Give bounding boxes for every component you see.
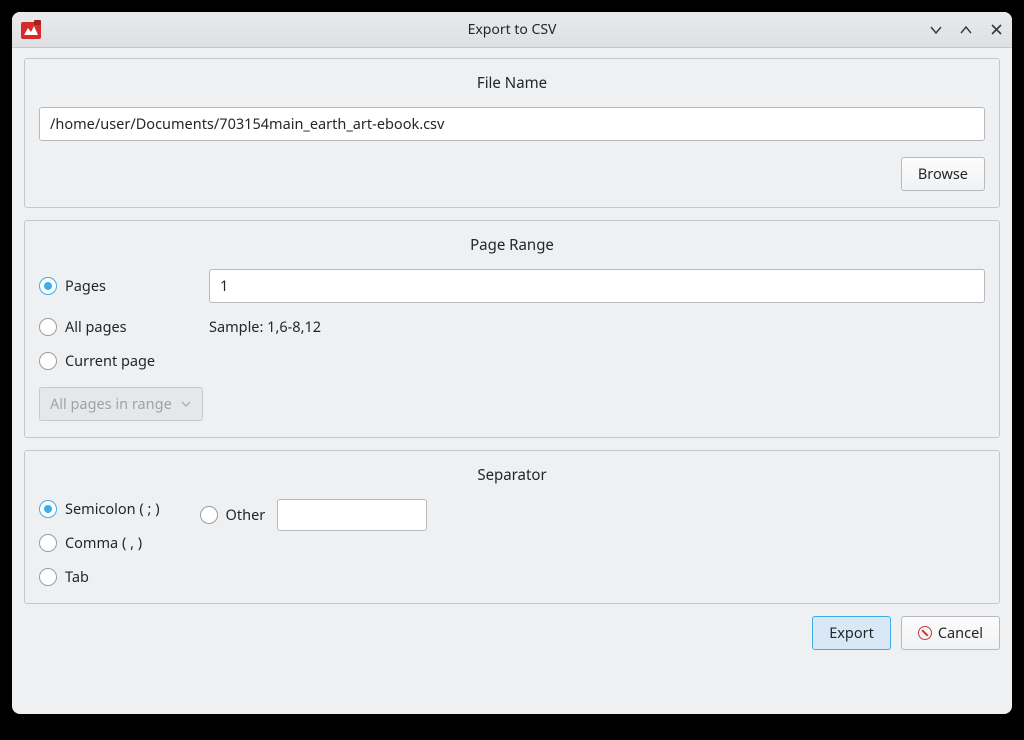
radio-all-pages-label: All pages: [65, 317, 127, 337]
range-mode-label: All pages in range: [50, 394, 172, 414]
radio-icon: [39, 500, 57, 518]
chevron-down-icon: [180, 398, 192, 410]
filename-title: File Name: [39, 73, 985, 93]
dialog-window: Export to CSV File Name Browse Page Rang…: [12, 12, 1012, 714]
titlebar: Export to CSV: [12, 12, 1012, 48]
radio-comma[interactable]: Comma ( , ): [39, 533, 160, 553]
cancel-label: Cancel: [938, 623, 983, 643]
other-separator-input[interactable]: [277, 499, 427, 531]
radio-other[interactable]: Other: [200, 505, 266, 525]
range-mode-select: All pages in range: [39, 387, 203, 421]
close-icon[interactable]: [988, 22, 1004, 38]
radio-semicolon[interactable]: Semicolon ( ; ): [39, 499, 160, 519]
dialog-content: File Name Browse Page Range Pages All pa…: [12, 48, 1012, 714]
minimize-icon[interactable]: [928, 22, 944, 38]
filename-input[interactable]: [39, 107, 985, 141]
window-controls: [928, 22, 1004, 38]
radio-icon: [39, 277, 57, 295]
radio-all-pages[interactable]: All pages: [39, 317, 209, 337]
export-button[interactable]: Export: [812, 616, 891, 650]
pages-input[interactable]: [209, 269, 985, 303]
radio-icon: [39, 352, 57, 370]
radio-pages[interactable]: Pages: [39, 276, 209, 296]
radio-tab[interactable]: Tab: [39, 567, 160, 587]
separator-group: Separator Semicolon ( ; ) Comma ( , ) Ta…: [24, 450, 1000, 604]
pagerange-title: Page Range: [39, 235, 985, 255]
radio-tab-label: Tab: [65, 567, 89, 587]
maximize-icon[interactable]: [958, 22, 974, 38]
filename-group: File Name Browse: [24, 58, 1000, 208]
cancel-button[interactable]: Cancel: [901, 616, 1000, 650]
app-pdf-icon: [20, 19, 42, 41]
radio-icon: [39, 568, 57, 586]
radio-icon: [39, 318, 57, 336]
pagerange-group: Page Range Pages All pages Sample: 1,6-8…: [24, 220, 1000, 438]
window-title: Export to CSV: [12, 20, 1012, 39]
radio-semicolon-label: Semicolon ( ; ): [65, 499, 160, 519]
cancel-icon: [918, 626, 932, 640]
sample-text: Sample: 1,6-8,12: [209, 317, 985, 337]
radio-current-page[interactable]: Current page: [39, 351, 209, 371]
radio-comma-label: Comma ( , ): [65, 533, 142, 553]
browse-button[interactable]: Browse: [901, 157, 985, 191]
radio-other-label: Other: [226, 505, 266, 525]
separator-title: Separator: [39, 465, 985, 485]
radio-icon: [200, 506, 218, 524]
radio-current-page-label: Current page: [65, 351, 155, 371]
radio-pages-label: Pages: [65, 276, 106, 296]
radio-icon: [39, 534, 57, 552]
dialog-footer: Export Cancel: [24, 616, 1000, 650]
